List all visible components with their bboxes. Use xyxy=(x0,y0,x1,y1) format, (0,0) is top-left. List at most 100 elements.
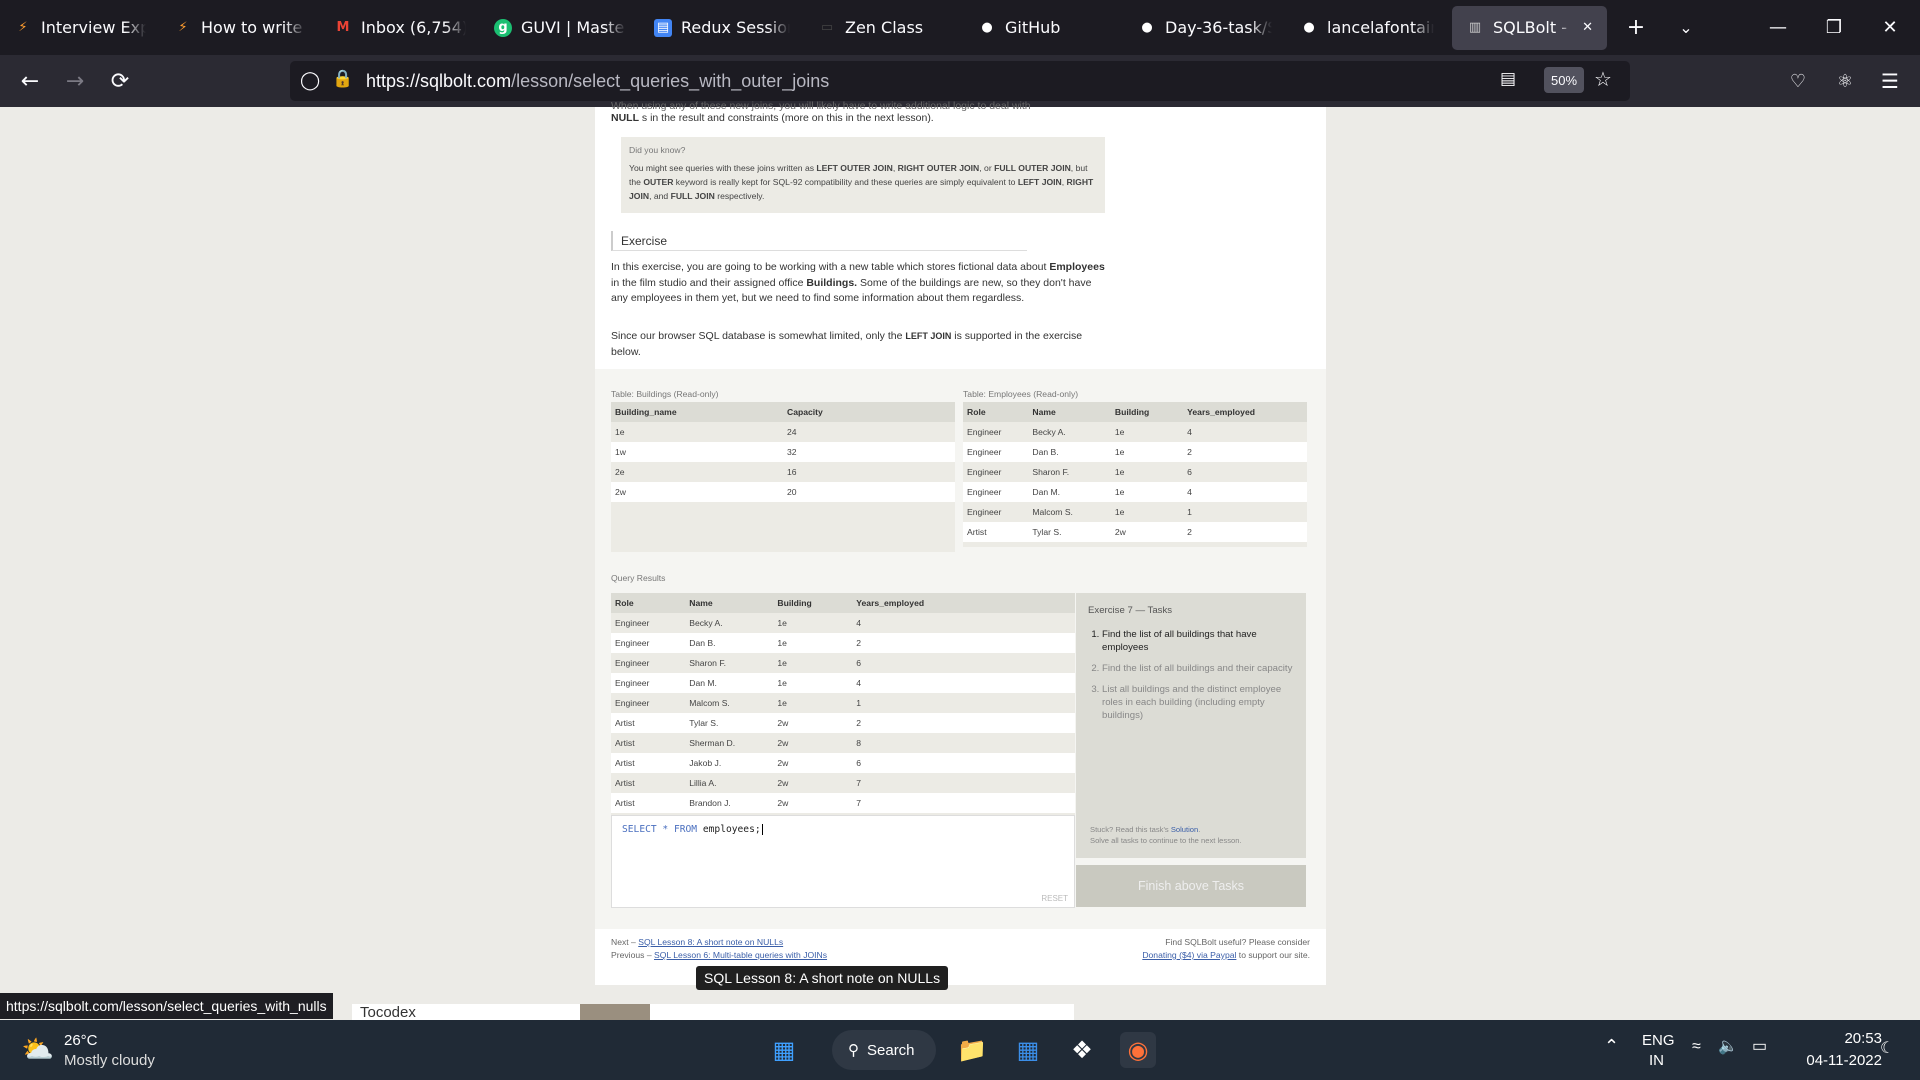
table-row: Artist Sherman D. 2w 8 xyxy=(611,733,1075,753)
wifi-icon[interactable]: ≈ xyxy=(1692,1038,1701,1056)
buildings-caption: Table: Buildings (Read-only) xyxy=(611,389,719,399)
task-item: List all buildings and the distinct empl… xyxy=(1102,683,1294,722)
table-cell: 7 xyxy=(852,773,1075,793)
windows-taskbar: ⛅ 26°C Mostly cloudy ▦ ⚲ Search 📁 ▦ ❖ ◉ ⌃… xyxy=(0,1020,1920,1080)
guvi-icon: g xyxy=(494,18,512,37)
table-cell: 1e xyxy=(773,633,853,653)
start-icon[interactable]: ▦ xyxy=(766,1032,802,1068)
table-cell: 2w xyxy=(773,793,853,813)
gmail-icon: M xyxy=(336,20,350,35)
ad-banner[interactable]: Tocodex xyxy=(352,1004,1074,1020)
table-cell: 2e xyxy=(611,462,783,482)
github-icon: ● xyxy=(981,20,993,35)
sql-editor[interactable]: SELECT * FROM employees; RESET xyxy=(611,815,1075,908)
language-top[interactable]: ENG xyxy=(1642,1032,1675,1049)
battery-icon[interactable]: ▭ xyxy=(1752,1036,1767,1056)
table-row: Engineer Dan M. 1e 4 xyxy=(963,482,1307,502)
address-bar[interactable]: ◯ 🔒 https://sqlbolt.com/lesson/select_qu… xyxy=(290,61,1630,101)
table-cell: Dan B. xyxy=(1028,442,1111,462)
table-cell: Artist xyxy=(611,733,686,753)
taskbar-search[interactable]: ⚲ Search xyxy=(832,1030,936,1070)
close-tab-icon[interactable]: ✕ xyxy=(1582,20,1593,35)
finish-tasks-button[interactable]: Finish above Tasks xyxy=(1076,865,1306,907)
github-icon: ● xyxy=(1303,20,1315,35)
table-row: 1e 24 xyxy=(611,422,955,442)
table-cell: Lillia A. xyxy=(685,773,774,793)
table-cell: 1 xyxy=(852,693,1075,713)
url-text[interactable]: https://sqlbolt.com/lesson/select_querie… xyxy=(366,71,829,92)
file-explorer-icon[interactable]: 📁 xyxy=(954,1032,990,1068)
task-item: Find the list of all buildings that have… xyxy=(1102,628,1294,654)
back-icon[interactable]: ← xyxy=(10,61,50,101)
dropbox-icon[interactable]: ❖ xyxy=(1064,1032,1100,1068)
table-cell: Engineer xyxy=(963,462,1029,482)
reader-view-icon[interactable]: ▤ xyxy=(1500,69,1516,89)
table-cell: 2w xyxy=(773,773,853,793)
table-cell: Becky A. xyxy=(685,613,774,633)
table-cell: Artist xyxy=(611,773,686,793)
notification-icon[interactable]: ☾ xyxy=(1880,1038,1894,1058)
column-header: Building xyxy=(773,593,853,613)
bookmark-star-icon[interactable]: ☆ xyxy=(1594,67,1612,91)
language-bottom[interactable]: IN xyxy=(1649,1052,1664,1069)
null-keyword: NULL xyxy=(611,112,639,124)
previous-lesson-link[interactable]: SQL Lesson 6: Multi-table queries with J… xyxy=(654,950,827,960)
bolt-icon: ⚡ xyxy=(18,20,28,35)
useful-text: Find SQLBolt useful? Please consider xyxy=(1165,937,1310,947)
reload-icon[interactable]: ⟳ xyxy=(100,61,140,101)
next-lesson-link[interactable]: SQL Lesson 8: A short note on NULLs xyxy=(638,937,783,947)
minimize-button[interactable]: — xyxy=(1750,0,1806,55)
table-cell: Engineer xyxy=(963,422,1029,442)
table-cell: Engineer xyxy=(611,613,686,633)
table-cell: 2 xyxy=(1183,522,1307,542)
table-row: Engineer Becky A. 1e 4 xyxy=(611,613,1075,633)
shield-icon[interactable]: ◯ xyxy=(300,70,320,91)
column-header: Building xyxy=(1110,402,1184,422)
menu-icon[interactable]: ☰ xyxy=(1870,61,1910,101)
tab-8[interactable]: ● lancelafontaine/ xyxy=(1286,0,1448,55)
restore-button[interactable]: ❐ xyxy=(1806,0,1862,55)
tab-9[interactable]: ▥ SQLBolt - Lea ✕ xyxy=(1452,5,1607,50)
employees-caption: Table: Employees (Read-only) xyxy=(963,389,1079,399)
clock-date[interactable]: 04-11-2022 xyxy=(1794,1052,1882,1069)
tab-2[interactable]: M Inbox (6,754) - s xyxy=(320,0,480,55)
tab-1[interactable]: ⚡ How to write an xyxy=(160,0,320,55)
tab-0[interactable]: ⚡ Interview Experi xyxy=(0,0,160,55)
table-cell: 2 xyxy=(852,633,1075,653)
solution-link[interactable]: Solution xyxy=(1171,825,1198,834)
forward-icon[interactable]: → xyxy=(55,61,95,101)
volume-icon[interactable]: 🔈 xyxy=(1718,1036,1738,1056)
tab-list-button[interactable]: ⌄ xyxy=(1661,18,1711,37)
reset-button[interactable]: RESET xyxy=(1041,894,1068,903)
github-icon: ● xyxy=(1141,20,1153,35)
weather-text[interactable]: Mostly cloudy xyxy=(64,1052,155,1069)
extension-icon[interactable]: ⚛ xyxy=(1825,61,1865,101)
clock-time[interactable]: 20:53 xyxy=(1832,1030,1882,1047)
tab-7[interactable]: ● Day-36-task/Scr xyxy=(1124,0,1286,55)
table-row: Engineer Malcom S. 1e 1 xyxy=(611,693,1075,713)
table-row: 1w 32 xyxy=(611,442,955,462)
table-row: Engineer Dan M. 1e 4 xyxy=(611,673,1075,693)
table-row: Artist Lillia A. 2w 7 xyxy=(611,773,1075,793)
exercise-paragraph-2: Since our browser SQL database is somewh… xyxy=(611,330,1083,358)
lock-icon[interactable]: 🔒 xyxy=(332,69,353,89)
tab-3[interactable]: g GUVI | Master D xyxy=(480,0,640,55)
donate-link[interactable]: Donating ($4) via Paypal xyxy=(1142,950,1236,960)
intro-null-text: NULL s in the result and constraints (mo… xyxy=(611,111,1111,127)
tab-5[interactable]: ▭ Zen Class xyxy=(804,0,964,55)
tab-6[interactable]: ● GitHub xyxy=(964,0,1124,55)
tab-label: SQLBolt - Lea xyxy=(1493,18,1573,37)
weather-icon[interactable]: ⛅ xyxy=(20,1032,56,1068)
firefox-icon[interactable]: ◉ xyxy=(1120,1032,1156,1068)
new-tab-button[interactable]: + xyxy=(1611,15,1661,40)
tray-overflow-icon[interactable]: ⌃ xyxy=(1604,1036,1619,1057)
store-icon[interactable]: ▦ xyxy=(1010,1032,1046,1068)
zoom-indicator[interactable]: 50% xyxy=(1544,67,1584,93)
close-window-button[interactable]: ✕ xyxy=(1862,0,1918,55)
tab-4[interactable]: ▤ Redux Session 1 xyxy=(640,0,804,55)
pocket-icon[interactable]: ♡ xyxy=(1778,61,1818,101)
temperature[interactable]: 26°C xyxy=(64,1032,98,1049)
table-cell: Engineer xyxy=(963,442,1029,462)
table-cell: Sharon F. xyxy=(1028,462,1111,482)
tab-label: Interview Experi xyxy=(41,18,146,37)
